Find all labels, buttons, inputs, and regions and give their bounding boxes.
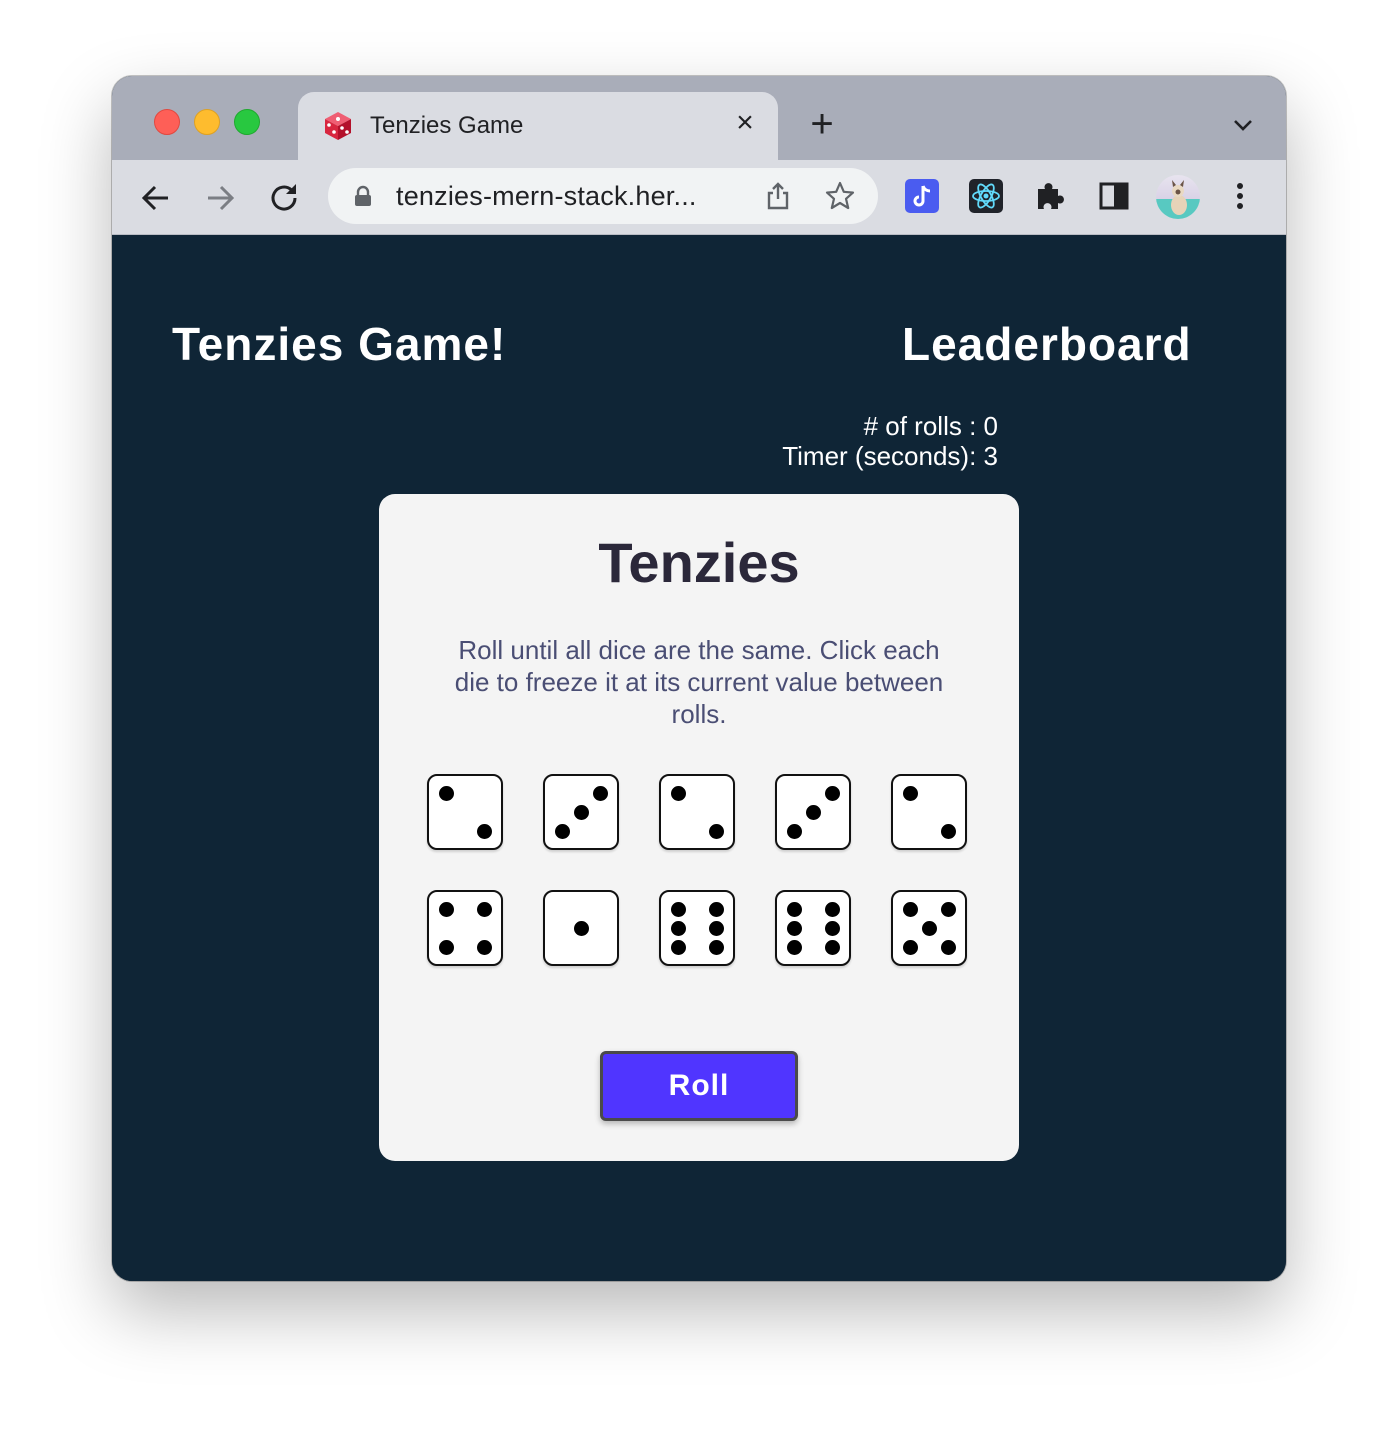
forward-arrow-icon[interactable] [200,178,240,218]
more-icon[interactable] [1222,178,1258,214]
star-icon[interactable] [824,180,856,212]
rolls-count: # of rolls : 0 [863,411,998,441]
die-pip [787,902,802,917]
die-8[interactable] [659,890,735,966]
die-6[interactable] [427,890,503,966]
browser-tab[interactable]: Tenzies Game × [298,92,778,160]
browser-window: Tenzies Game × + tenzies-mern-stack.her.… [112,76,1286,1281]
die-pip [903,940,918,955]
die-pip [574,921,589,936]
die-pip [787,940,802,955]
tiktok-extension-icon[interactable] [904,178,940,214]
react-devtools-icon[interactable] [968,178,1004,214]
die-pip [574,805,589,820]
die-pip [825,786,840,801]
die-pip [477,940,492,955]
die-pip [555,824,570,839]
puzzle-icon[interactable] [1032,178,1068,214]
back-arrow-icon[interactable] [136,178,176,218]
die-pip [671,786,686,801]
die-5[interactable] [891,774,967,850]
die-pip [671,921,686,936]
reload-icon[interactable] [264,178,304,218]
browser-toolbar: tenzies-mern-stack.her... [112,160,1286,235]
tab-strip: Tenzies Game × + [112,76,1286,160]
die-9[interactable] [775,890,851,966]
die-pip [439,786,454,801]
die-pip [477,824,492,839]
new-tab-button[interactable]: + [802,104,842,146]
dice-favicon-icon [325,112,351,140]
die-pip [477,902,492,917]
die-pip [671,940,686,955]
die-pip [709,824,724,839]
close-window-button[interactable] [154,109,180,135]
die-pip [806,805,821,820]
side-panel-icon[interactable] [1096,178,1132,214]
die-2[interactable] [543,774,619,850]
game-instructions: Roll until all dice are the same. Click … [454,635,944,729]
die-pip [825,940,840,955]
game-card: Tenzies Roll until all dice are the same… [379,494,1019,1161]
die-pip [787,921,802,936]
die-pip [941,824,956,839]
die-pip [439,902,454,917]
minimize-window-button[interactable] [194,109,220,135]
die-pip [903,786,918,801]
die-pip [671,902,686,917]
die-7[interactable] [543,890,619,966]
page-content: Tenzies Game! Leaderboard # of rolls : 0… [112,235,1286,1281]
die-pip [593,786,608,801]
cat-avatar-icon [1171,180,1187,215]
die-pip [709,921,724,936]
profile-avatar[interactable] [1156,175,1200,219]
url-text: tenzies-mern-stack.her... [396,181,697,211]
die-pip [941,940,956,955]
game-stats: # of rolls : 0 Timer (seconds): 3 [782,411,998,471]
address-bar[interactable]: tenzies-mern-stack.her... [328,168,878,224]
chevron-down-icon[interactable] [1230,112,1256,138]
die-pip [941,902,956,917]
die-pip [709,940,724,955]
leaderboard-link[interactable]: Leaderboard [902,317,1192,371]
die-pip [787,824,802,839]
close-tab-icon[interactable]: × [730,108,760,138]
roll-button[interactable]: Roll [600,1051,798,1121]
die-4[interactable] [775,774,851,850]
die-1[interactable] [427,774,503,850]
tab-title: Tenzies Game [370,112,524,139]
app-title: Tenzies Game! [172,318,507,370]
lock-icon [355,185,371,206]
die-pip [825,921,840,936]
maximize-window-button[interactable] [234,109,260,135]
die-pip [439,940,454,955]
die-pip [825,902,840,917]
die-pip [903,902,918,917]
die-10[interactable] [891,890,967,966]
timer: Timer (seconds): 3 [782,441,998,471]
share-icon[interactable] [762,180,794,212]
game-title: Tenzies [598,531,800,594]
die-pip [709,902,724,917]
die-3[interactable] [659,774,735,850]
die-pip [922,921,937,936]
